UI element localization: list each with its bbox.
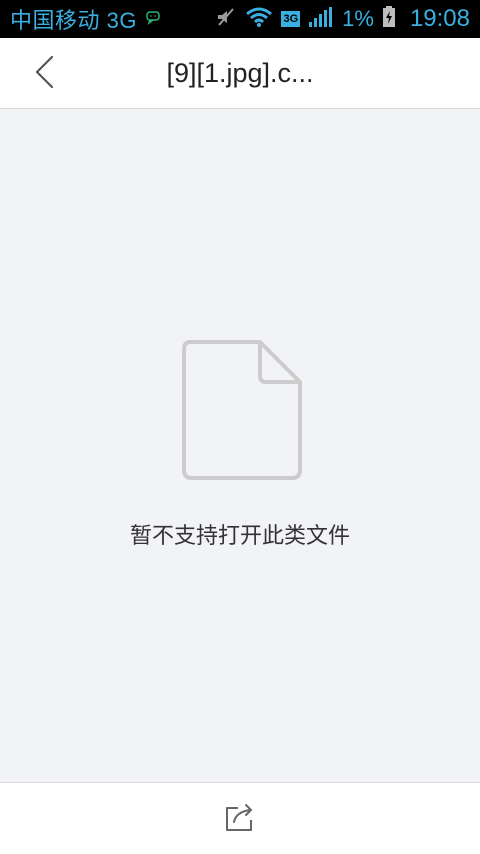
- content-area: 暂不支持打开此类文件: [0, 110, 480, 782]
- clock: 19:08: [409, 5, 470, 32]
- unsupported-file-message: 暂不支持打开此类文件: [129, 524, 350, 549]
- battery-percent: 1%: [342, 6, 374, 31]
- top-app-bar: [9][1.jpg].c...: [0, 38, 480, 109]
- share-icon: [224, 802, 256, 836]
- status-bar-left: 中国移动 3G: [10, 3, 161, 35]
- chat-icon: [145, 9, 161, 30]
- status-bar-right: 3G 1% 19:08: [215, 5, 470, 33]
- mute-icon: [215, 6, 237, 33]
- back-button[interactable]: [22, 52, 66, 96]
- back-arrow-icon: [32, 55, 56, 93]
- status-bar: 中国移动 3G 3G 1% 19:08: [0, 0, 480, 38]
- bottom-bar: [0, 782, 480, 854]
- share-button[interactable]: [220, 799, 260, 839]
- file-icon: [182, 340, 302, 480]
- carrier-label: 中国移动 3G: [10, 8, 137, 33]
- wifi-icon: [245, 6, 273, 33]
- network-badge: 3G: [281, 11, 301, 27]
- page-title: [9][1.jpg].c...: [166, 58, 314, 88]
- signal-icon: [308, 6, 334, 33]
- battery-charging-icon: [382, 5, 396, 33]
